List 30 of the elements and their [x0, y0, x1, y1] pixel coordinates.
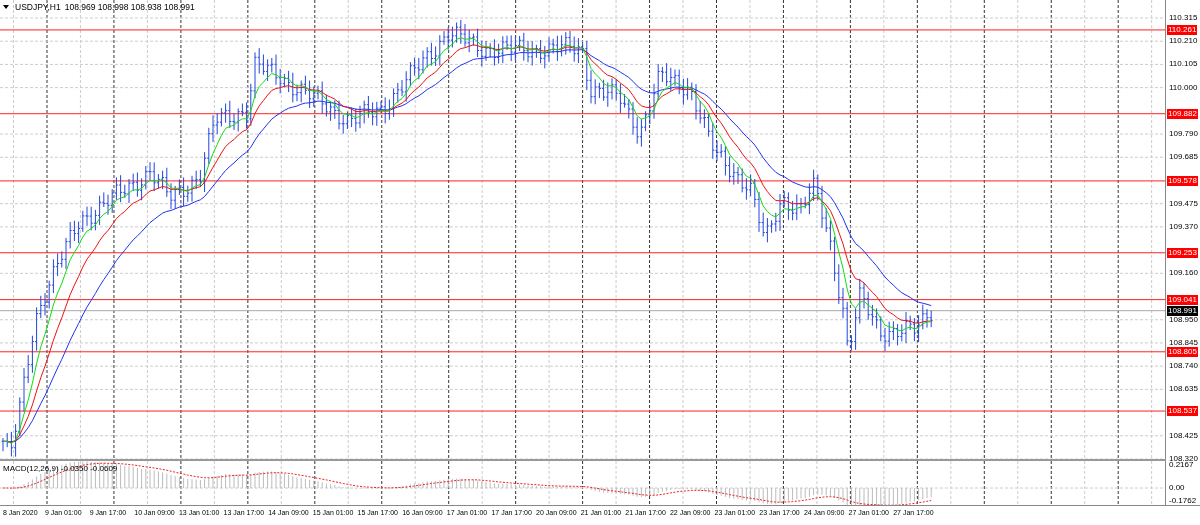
price-label: 109.882 [1167, 108, 1198, 119]
axis-label: 110.210 [1169, 36, 1198, 47]
price-label: 109.578 [1167, 175, 1198, 186]
axis-label: 108.320 [1169, 454, 1198, 463]
axis-label: 109.475 [1169, 198, 1198, 209]
price-label: 110.261 [1167, 24, 1198, 35]
axis-label: 110.105 [1169, 59, 1198, 70]
axis-label: 110.000 [1169, 82, 1198, 93]
dropdown-icon[interactable] [3, 5, 9, 9]
axis-label: 108.950 [1169, 314, 1198, 325]
axis-label: 110.315 [1169, 13, 1198, 23]
axis-label: 0.00 [1169, 483, 1185, 493]
axis-label: -0.1762 [1169, 496, 1197, 506]
axis-label: 108.845 [1169, 337, 1198, 348]
price-label: 108.537 [1167, 406, 1198, 417]
price-label: 109.253 [1167, 247, 1198, 258]
chart-symbol: USDJPY,H1 [15, 2, 61, 12]
axis-label: 109.160 [1169, 268, 1198, 279]
axis-label: 109.370 [1169, 221, 1198, 232]
axis-label: 109.790 [1169, 129, 1198, 140]
price-label: 108.991 [1167, 305, 1198, 316]
indicator-label: MACD(12,26,9) -0.0350 -0.0609 [3, 464, 118, 473]
chart-quote: 108.969 108.998 108.938 108.991 [64, 2, 195, 12]
price-label: 108.805 [1167, 346, 1198, 357]
axis-label: 108.635 [1169, 384, 1198, 395]
axis-label: 108.740 [1169, 361, 1198, 372]
axis-label: 109.685 [1169, 152, 1198, 163]
axis-label: 108.425 [1169, 430, 1198, 441]
axis-label: 0.2167 [1169, 460, 1194, 470]
price-label: 109.041 [1167, 294, 1198, 305]
